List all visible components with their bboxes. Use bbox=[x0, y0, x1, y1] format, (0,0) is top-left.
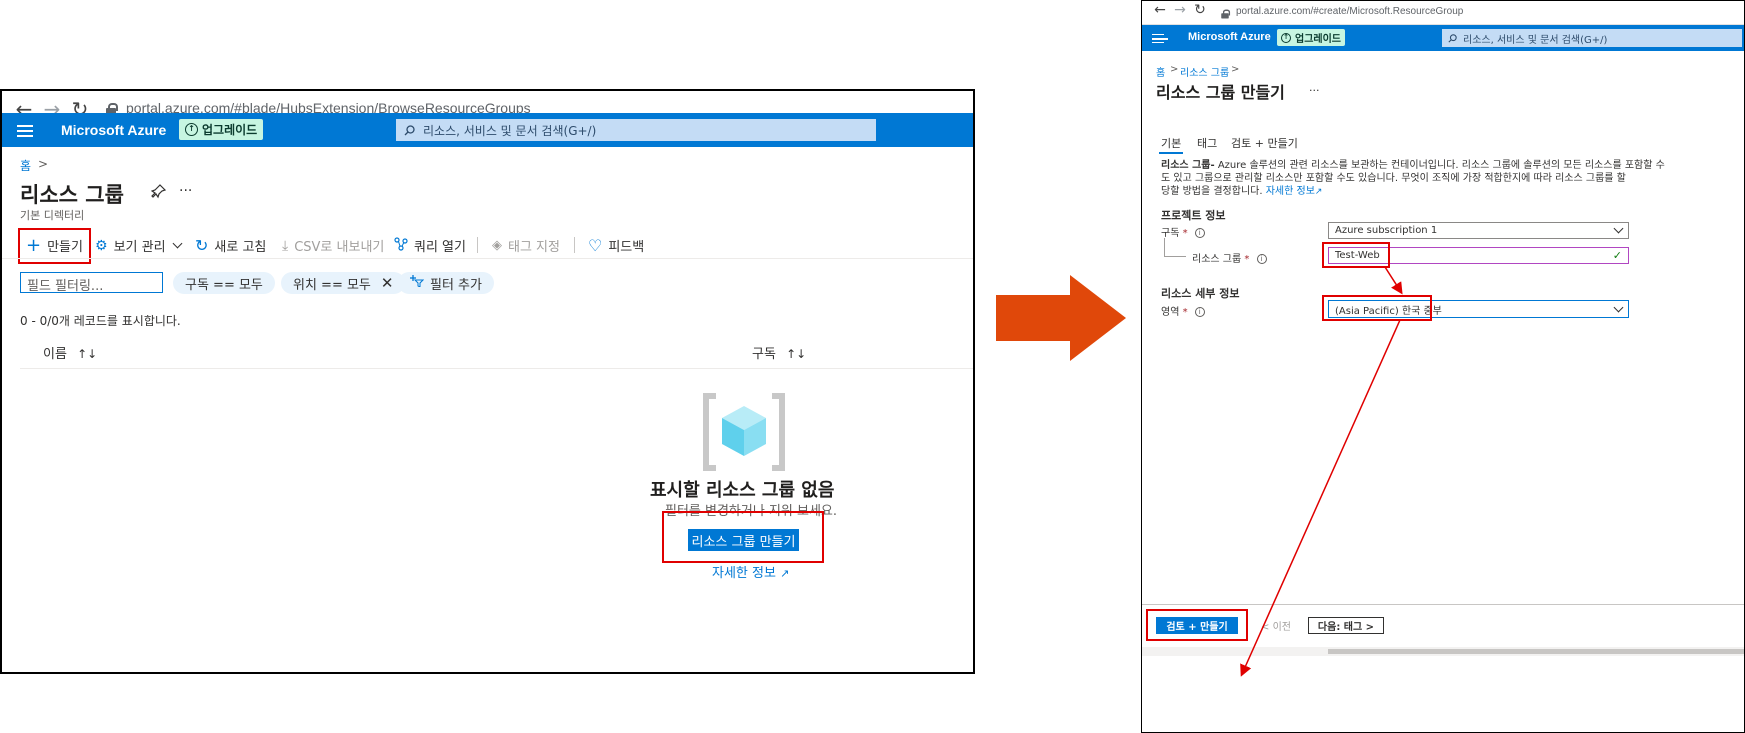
callout-arrows bbox=[1240, 266, 1403, 677]
arrow-to-review-create bbox=[1240, 319, 1401, 677]
arrow-to-region bbox=[1384, 266, 1403, 295]
